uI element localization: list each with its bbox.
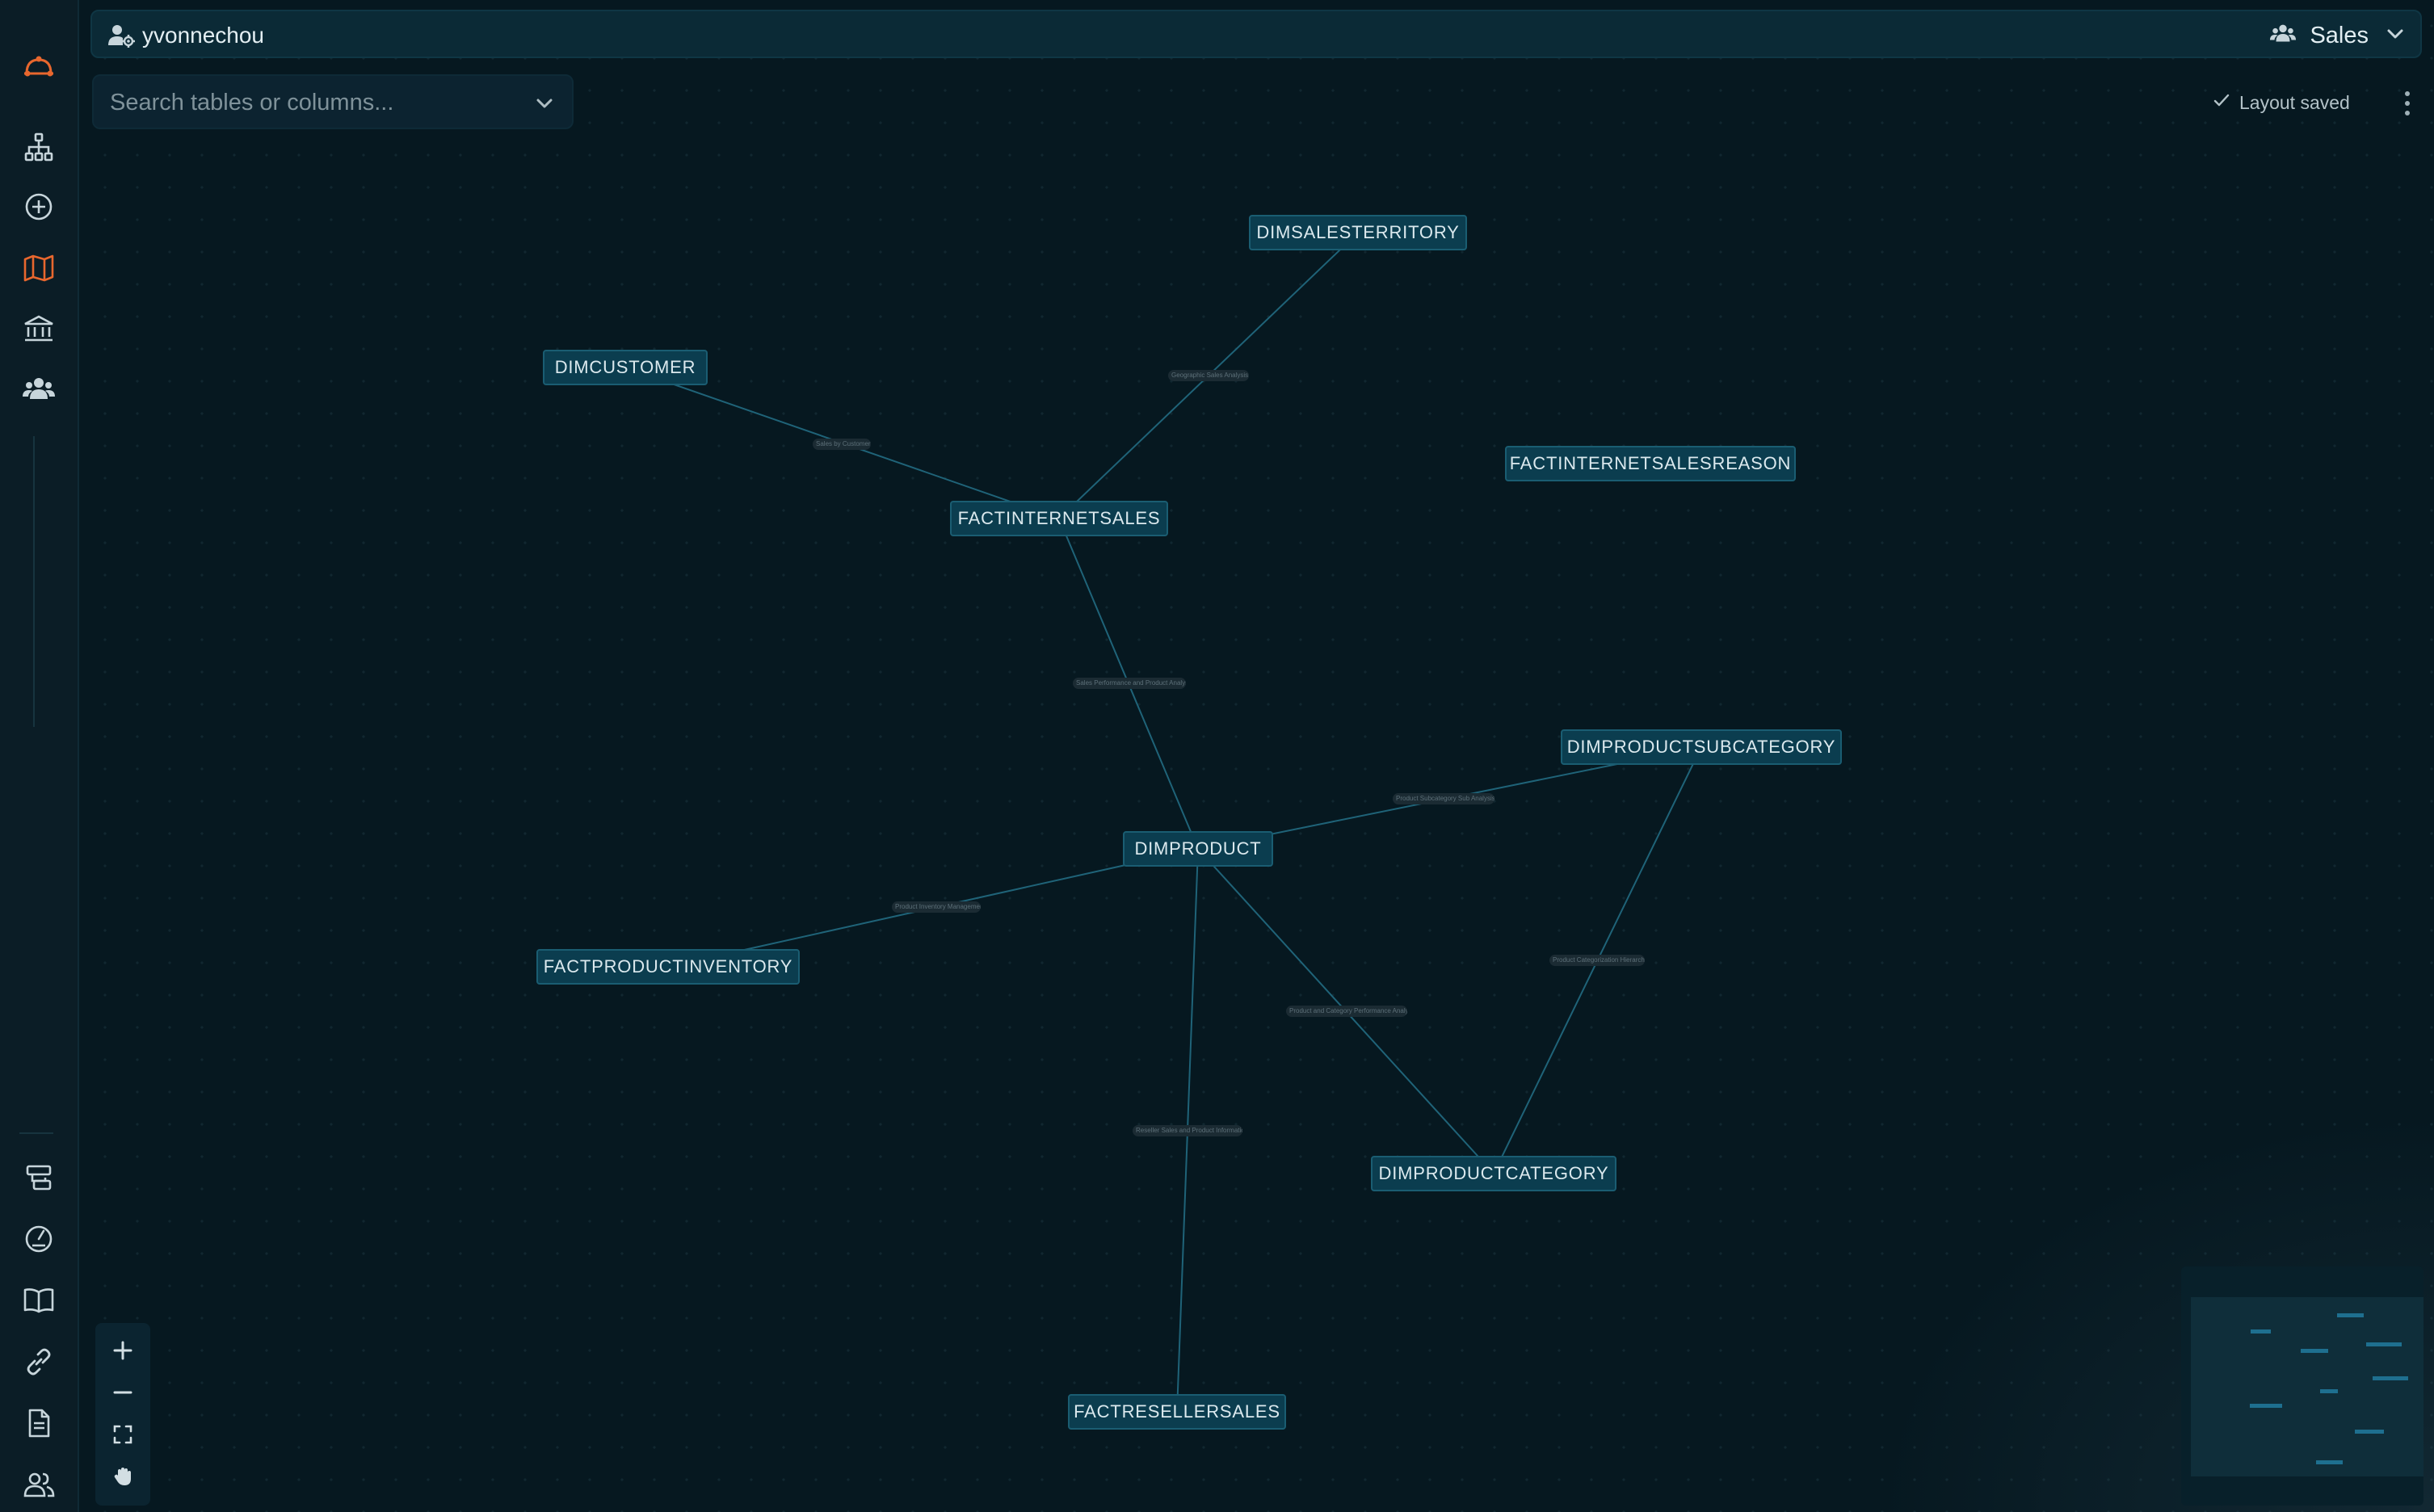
plus-icon: [113, 1341, 132, 1360]
table-node-factproductinventory[interactable]: FACTPRODUCTINVENTORY: [536, 949, 800, 985]
edge-label[interactable]: Product Subcategory Sub Analysis: [1393, 793, 1494, 804]
check-icon: [2212, 90, 2231, 115]
table-node-dimproductcategory[interactable]: DIMPRODUCTCATEGORY: [1371, 1156, 1616, 1191]
table-node-factinternetsales[interactable]: FACTINTERNETSALES: [950, 501, 1168, 536]
chevron-down-icon: [2381, 20, 2409, 52]
minimap-node: [2366, 1342, 2402, 1346]
minimap-node: [2316, 1460, 2343, 1464]
edge-label[interactable]: Geographic Sales Analysis: [1168, 370, 1249, 381]
minimap-node: [2337, 1313, 2364, 1317]
more-options-icon[interactable]: [2396, 87, 2419, 120]
minimap-viewport[interactable]: [2191, 1297, 2423, 1476]
edge-label[interactable]: Reseller Sales and Product Information: [1133, 1125, 1242, 1136]
minimap-node: [2373, 1376, 2408, 1380]
table-node-dimproduct[interactable]: DIMPRODUCT: [1123, 831, 1273, 867]
edge-label[interactable]: Product and Category Performance Analysi…: [1286, 1006, 1407, 1017]
workspace-selector[interactable]: Sales: [2269, 18, 2409, 53]
minimap-node: [2250, 1404, 2282, 1408]
table-node-dimproductsubcategory[interactable]: DIMPRODUCTSUBCATEGORY: [1561, 729, 1842, 765]
chevron-down-icon[interactable]: [532, 90, 557, 116]
pan-button[interactable]: [103, 1457, 142, 1496]
workspace-label: Sales: [2310, 22, 2369, 48]
search-input[interactable]: [108, 86, 515, 120]
username: yvonnechou: [142, 23, 265, 48]
top-bar: yvonnechou Sales: [90, 10, 2422, 58]
minimap[interactable]: [2181, 1266, 2423, 1506]
layout-status-text: Layout saved: [2239, 91, 2350, 113]
minimap-node: [2355, 1430, 2384, 1434]
table-node-dimcustomer[interactable]: DIMCUSTOMER: [543, 350, 708, 385]
table-node-dimsalesterritory[interactable]: DIMSALESTERRITORY: [1249, 215, 1467, 250]
minimap-node: [2301, 1349, 2328, 1353]
fit-view-button[interactable]: [103, 1415, 142, 1454]
table-node-factresellersales[interactable]: FACTRESELLERSALES: [1068, 1394, 1286, 1430]
minus-icon: [113, 1391, 132, 1394]
table-node-factinternetsalesreason[interactable]: FACTINTERNETSALESREASON: [1505, 446, 1796, 481]
users-icon: [2269, 20, 2297, 52]
relationship-edges: [624, 232, 1702, 1413]
canvas-controls: [95, 1323, 150, 1506]
edge-label[interactable]: Product Inventory Management: [892, 901, 981, 913]
user-gear-icon: [107, 21, 136, 50]
fit-view-icon: [113, 1425, 132, 1444]
edge-label[interactable]: Sales by Customer: [813, 439, 871, 450]
table-search[interactable]: [92, 74, 574, 129]
hand-icon: [114, 1468, 131, 1485]
edge-label[interactable]: Sales Performance and Product Analysis: [1073, 678, 1186, 689]
zoom-in-button[interactable]: [103, 1331, 142, 1370]
zoom-out-button[interactable]: [103, 1373, 142, 1412]
minimap-node: [2251, 1329, 2271, 1334]
edge-label[interactable]: Product Categorization Hierarchy: [1549, 955, 1645, 966]
layout-status: Layout saved: [2212, 90, 2350, 115]
minimap-node: [2320, 1389, 2338, 1393]
